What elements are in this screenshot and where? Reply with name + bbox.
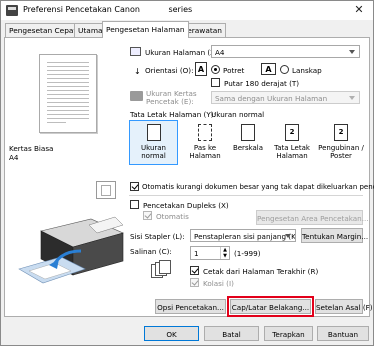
stapling-side-label: Sisi Stapler (L): — [130, 232, 185, 241]
duplex-auto-label: Otomatis — [156, 212, 189, 221]
landscape-label: Lanskap — [292, 66, 322, 75]
layout-page-layout[interactable]: 2 Tata Letak Halaman — [269, 120, 315, 165]
orientation-label: Orientasi (O): — [145, 66, 194, 75]
copies-stack-icon — [151, 260, 181, 280]
page-preview — [39, 54, 97, 133]
reverse-order-checkbox[interactable] — [190, 266, 199, 275]
tab-quick-setup[interactable]: Pengesetan Cepat — [5, 23, 81, 37]
apply-button[interactable]: Terapkan — [264, 326, 313, 341]
portrait-label: Potret — [223, 66, 245, 75]
collate-checkbox[interactable] — [190, 278, 199, 287]
scaled-icon — [241, 124, 255, 141]
normal-size-icon — [146, 124, 161, 141]
stamp-background-button[interactable]: Cap/Latar Belakang... — [227, 296, 314, 317]
printer-paper-size-select[interactable]: Sama dengan Ukuran Halaman — [211, 91, 360, 104]
tiling-poster-icon: 2 — [334, 124, 348, 141]
stapling-side-select[interactable]: Penstapleran sisi panjang (Kri) — [190, 229, 296, 242]
page-layout-icon: 2 — [285, 124, 299, 141]
auto-reduce-checkbox[interactable] — [130, 182, 139, 191]
duplex-auto-checkbox[interactable] — [143, 211, 152, 220]
help-button[interactable]: Bantuan — [317, 326, 369, 341]
close-icon[interactable]: ✕ — [348, 3, 370, 18]
page-size-select[interactable]: A4 — [211, 45, 360, 58]
orientation-arrow-icon: ↓ — [134, 67, 141, 76]
page-size-icon — [130, 47, 141, 56]
printer-illustration — [18, 216, 124, 284]
page-layout-current: Ukuran normal — [211, 110, 265, 119]
layout-fit-to-page[interactable]: Pas ke Halaman — [182, 120, 228, 165]
portrait-icon: A — [195, 62, 207, 76]
specify-margin-button[interactable]: Tentukan Margin... — [301, 228, 368, 243]
divider — [129, 195, 363, 196]
print-area-setup-button[interactable]: Pengesetan Area Pencetakan... — [256, 210, 369, 225]
layout-normal-size[interactable]: Ukuran normal — [129, 120, 178, 165]
copies-label: Salinan (C): — [130, 247, 172, 256]
fit-to-page-icon — [198, 124, 212, 141]
collate-label: Kolasi (I) — [203, 279, 234, 288]
rotate-180-checkbox[interactable] — [211, 78, 220, 87]
page-layout-label: Tata Letak Halaman (Y): — [130, 110, 216, 119]
cancel-button[interactable]: Batal — [204, 326, 259, 341]
output-tray-icon — [96, 181, 116, 199]
landscape-radio[interactable] — [280, 65, 289, 74]
ok-button[interactable]: OK — [144, 326, 199, 341]
copies-stepper[interactable]: 1 ▲ ▼ — [190, 246, 230, 260]
defaults-button[interactable]: Setelan Asal (F) — [315, 299, 373, 314]
layout-tiling-poster[interactable]: 2 Pengubinan / Poster — [316, 120, 366, 165]
duplex-checkbox[interactable] — [130, 200, 139, 209]
paper-size-label-2: Pencetak (E): — [146, 97, 194, 106]
printer-app-icon — [6, 5, 18, 16]
reverse-order-label: Cetak dari Halaman Terakhir (R) — [203, 267, 319, 276]
copies-range: (1-999) — [234, 249, 261, 258]
page-size-label: Ukuran Halaman (Z): — [145, 48, 221, 57]
copies-spin-arrows-icon[interactable]: ▲ ▼ — [220, 247, 229, 259]
title-bar: Preferensi Pencetakan Canon series ✕ — [1, 1, 373, 20]
rotate-180-label: Putar 180 derajat (T) — [224, 79, 300, 88]
printing-preferences-window: Preferensi Pencetakan Canon series ✕ Pen… — [0, 0, 374, 346]
print-options-button[interactable]: Opsi Pencetakan... — [155, 299, 226, 314]
portrait-radio[interactable] — [211, 65, 220, 74]
layout-scaled[interactable]: Berskala — [228, 120, 268, 165]
paper-size-preview-label: A4 — [9, 153, 19, 162]
tab-page-setup[interactable]: Pengesetan Halaman — [102, 21, 189, 38]
copies-value: 1 — [194, 249, 199, 258]
auto-reduce-label: Otomatis kurangi dokumen besar yang tak … — [142, 183, 374, 191]
printer-paper-size-icon — [130, 91, 143, 101]
window-title: Preferensi Pencetakan Canon series — [23, 5, 193, 14]
duplex-label: Pencetakan Dupleks (X) — [143, 201, 229, 210]
landscape-icon: A — [261, 63, 276, 75]
media-type-label: Kertas Biasa — [9, 144, 54, 153]
